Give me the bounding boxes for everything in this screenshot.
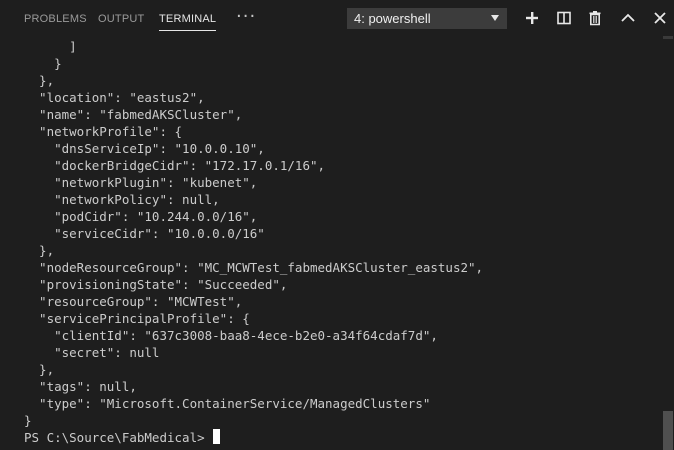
tab-problems[interactable]: PROBLEMS <box>24 0 87 36</box>
terminal-cursor <box>213 429 221 444</box>
tab-output[interactable]: OUTPUT <box>98 0 144 36</box>
terminal-line: "secret": null <box>24 345 160 360</box>
terminal-selector-value: 4: powershell <box>354 11 431 26</box>
more-actions-icon[interactable]: ··· <box>236 7 256 27</box>
terminal-prompt-line[interactable]: PS C:\Source\FabMedical> <box>24 429 221 446</box>
terminal-line: "type": "Microsoft.ContainerService/Mana… <box>24 396 431 411</box>
terminal-scrollbar[interactable] <box>662 36 674 450</box>
terminal-line: "dnsServiceIp": "10.0.0.10", <box>24 141 265 156</box>
terminal-line: "dockerBridgeCidr": "172.17.0.1/16", <box>24 158 326 173</box>
terminal-line: "nodeResourceGroup": "MC_MCWTest_fabmedA… <box>24 260 484 275</box>
terminal-line: }, <box>24 243 55 258</box>
terminal-prompt: PS C:\Source\FabMedical> <box>24 430 213 445</box>
terminal-line: "provisioningState": "Succeeded", <box>24 277 288 292</box>
terminal-selector[interactable]: 4: powershell <box>347 8 507 29</box>
terminal-line: } <box>24 413 32 428</box>
terminal-line: } <box>24 56 62 71</box>
terminal-output[interactable]: ] } }, "location": "eastus2", "name": "f… <box>0 36 662 450</box>
terminal-line: "serviceCidr": "10.0.0.0/16" <box>24 226 265 241</box>
chevron-up-icon[interactable] <box>620 10 636 26</box>
terminal-line: "networkPlugin": "kubenet", <box>24 175 258 190</box>
terminal-line: "tags": null, <box>24 379 137 394</box>
split-icon[interactable] <box>556 10 572 26</box>
close-icon[interactable] <box>652 10 668 26</box>
terminal-line: "networkProfile": { <box>24 124 183 139</box>
chevron-down-icon <box>491 15 499 21</box>
terminal-line: "networkPolicy": null, <box>24 192 220 207</box>
terminal-line: "clientId": "637c3008-baa8-4ece-b2e0-a34… <box>24 328 438 343</box>
scrollbar-thumb[interactable] <box>663 411 673 450</box>
terminal-line: }, <box>24 73 55 88</box>
terminal-line: "servicePrincipalProfile": { <box>24 311 250 326</box>
terminal-line: "location": "eastus2", <box>24 90 205 105</box>
tab-terminal[interactable]: TERMINAL <box>159 0 217 36</box>
scrollbar-top-marker <box>663 36 673 39</box>
terminal-line: "podCidr": "10.244.0.0/16", <box>24 209 258 224</box>
plus-icon[interactable] <box>524 10 540 26</box>
trash-icon[interactable] <box>587 10 603 26</box>
terminal-line: "name": "fabmedAKSCluster", <box>24 107 243 122</box>
panel-header: PROBLEMS OUTPUT TERMINAL ··· 4: powershe… <box>0 0 674 36</box>
terminal-line: }, <box>24 362 55 377</box>
terminal-line: ] <box>24 39 77 54</box>
terminal-line: "resourceGroup": "MCWTest", <box>24 294 243 309</box>
